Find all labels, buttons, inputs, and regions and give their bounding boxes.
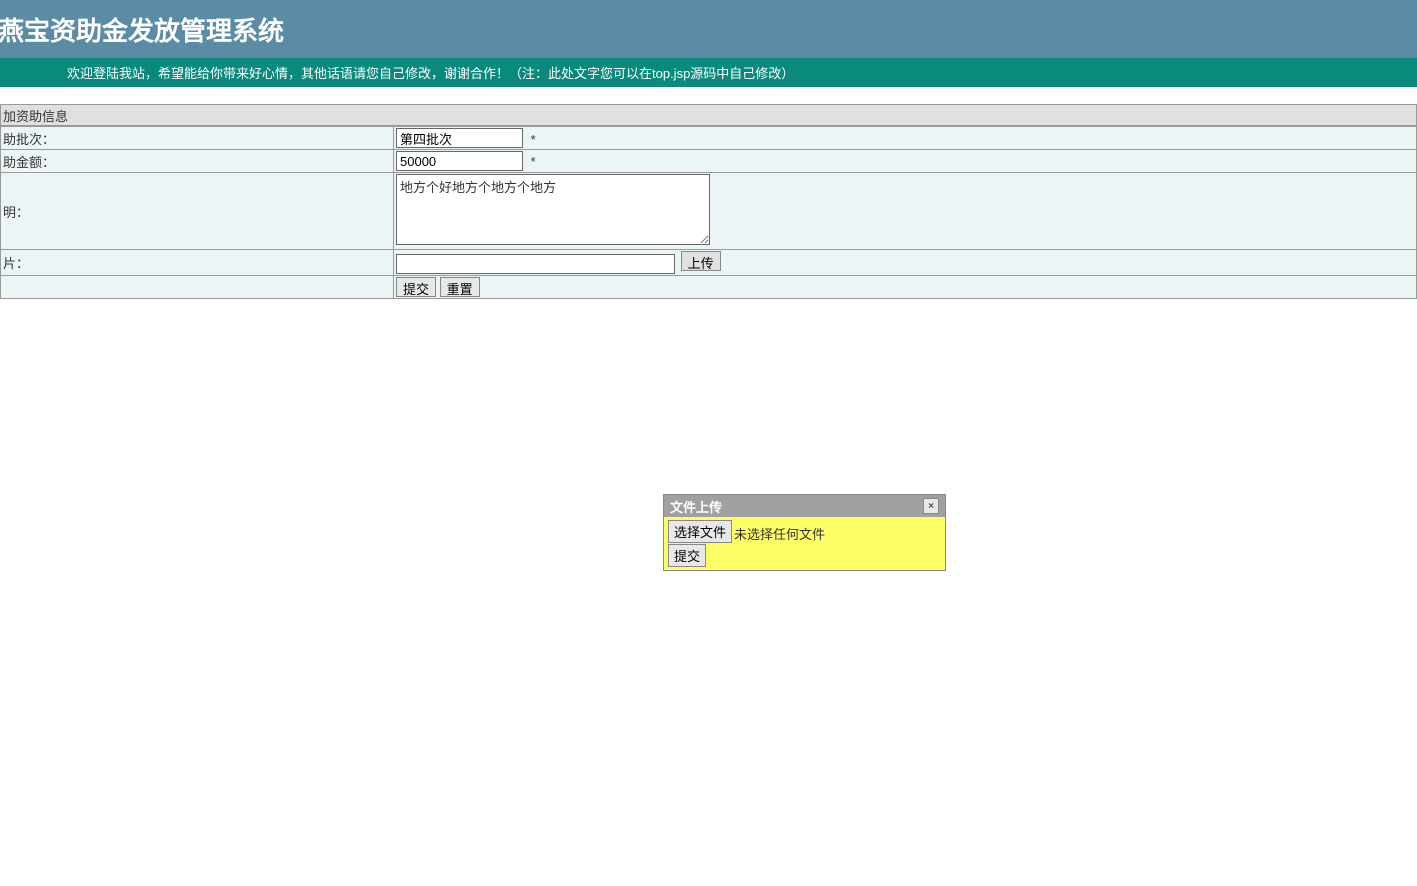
detail-cell: 地方个好地方个地方个地方 — [394, 173, 1417, 250]
form-table: 助批次： * 助金额： * 明： 地方个好地方个地方个地方 片： 上传 — [0, 126, 1417, 299]
welcome-bar: 欢迎登陆我站，希望能给你带来好心情，其他话语请您自己修改，谢谢合作！（注：此处文… — [0, 58, 1417, 87]
file-cell: 上传 — [394, 250, 1417, 276]
amount-cell: * — [394, 150, 1417, 173]
detail-label: 明： — [1, 173, 394, 250]
submit-button[interactable]: 提交 — [396, 277, 436, 297]
upload-button[interactable]: 上传 — [681, 251, 721, 271]
form-row-buttons: 提交 重置 — [1, 275, 1417, 298]
detail-textarea[interactable]: 地方个好地方个地方个地方 — [396, 174, 710, 245]
form-row-file: 片： 上传 — [1, 250, 1417, 276]
page-header: 燕宝资助金发放管理系统 — [0, 0, 1417, 58]
section-title: 加资助信息 — [0, 104, 1417, 126]
modal-title: 文件上传 — [670, 497, 722, 516]
buttons-cell: 提交 重置 — [394, 275, 1417, 298]
form-row-detail: 明： 地方个好地方个地方个地方 — [1, 173, 1417, 250]
welcome-text: 欢迎登陆我站，希望能给你带来好心情，其他话语请您自己修改，谢谢合作！（注：此处文… — [67, 63, 794, 82]
batch-cell: * — [394, 127, 1417, 150]
batch-label: 助批次： — [1, 127, 394, 150]
file-status-text: 未选择任何文件 — [734, 527, 825, 542]
amount-label: 助金额： — [1, 150, 394, 173]
close-icon[interactable]: × — [923, 498, 939, 514]
file-label: 片： — [1, 250, 394, 276]
reset-button[interactable]: 重置 — [440, 277, 480, 297]
form-section: 加资助信息 助批次： * 助金额： * 明： 地方个好地方个地方个地方 片： — [0, 104, 1417, 299]
batch-input[interactable] — [396, 128, 523, 148]
form-row-batch: 助批次： * — [1, 127, 1417, 150]
page-title: 燕宝资助金发放管理系统 — [0, 11, 284, 48]
batch-required: * — [531, 132, 536, 147]
file-input-row: 选择文件未选择任何文件 — [668, 520, 941, 543]
modal-header[interactable]: 文件上传 × — [664, 495, 945, 517]
choose-file-button[interactable]: 选择文件 — [668, 520, 732, 543]
form-row-amount: 助金额： * — [1, 150, 1417, 173]
buttons-label-cell — [1, 275, 394, 298]
modal-body: 选择文件未选择任何文件 提交 — [664, 517, 945, 570]
modal-submit-button[interactable]: 提交 — [668, 544, 706, 567]
file-path-input[interactable] — [396, 254, 675, 274]
amount-required: * — [531, 154, 536, 169]
file-upload-modal: 文件上传 × 选择文件未选择任何文件 提交 — [663, 494, 946, 571]
amount-input[interactable] — [396, 151, 523, 171]
